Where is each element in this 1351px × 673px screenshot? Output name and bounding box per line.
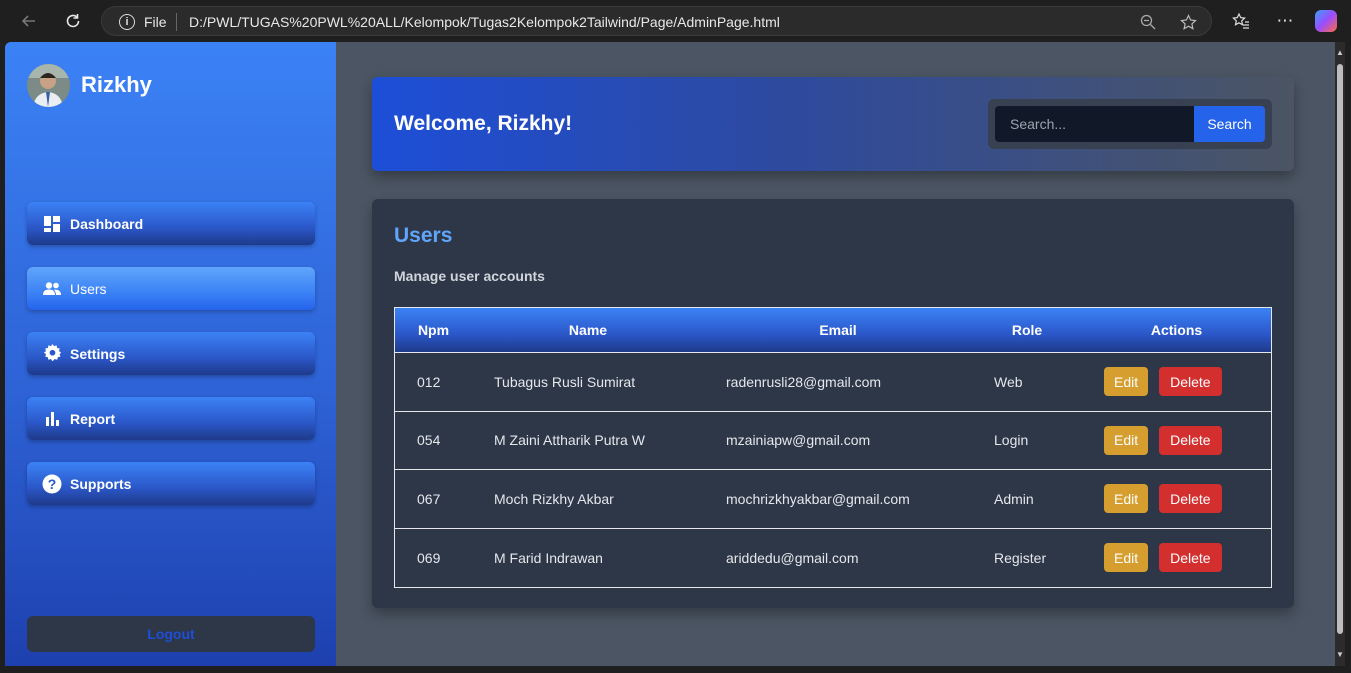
page-title: Welcome, Rizkhy!: [394, 112, 573, 135]
edit-button[interactable]: Edit: [1104, 425, 1149, 455]
delete-button[interactable]: Delete: [1159, 543, 1222, 573]
sidebar-item-label: Dashboard: [70, 215, 144, 232]
cell-name: M Farid Indrawan: [494, 549, 603, 566]
info-icon[interactable]: i: [119, 14, 135, 30]
column-header-email: Email: [819, 322, 857, 338]
scroll-up-icon[interactable]: ▲: [1335, 46, 1345, 58]
edit-button[interactable]: Edit: [1104, 484, 1149, 514]
cell-name: M Zaini Attharik Putra W: [494, 432, 645, 449]
cell-role: Admin: [994, 490, 1034, 507]
column-header-npm: Npm: [417, 322, 450, 338]
delete-button[interactable]: Delete: [1159, 425, 1222, 455]
sidebar-item-label: Users: [70, 280, 107, 297]
users-panel: Users Manage user accounts Npm Name Emai…: [372, 199, 1294, 608]
delete-button[interactable]: Delete: [1159, 484, 1222, 514]
sidebar-item-label: Settings: [70, 345, 126, 362]
table-row: 054 M Zaini Attharik Putra W mzainiapw@g…: [395, 412, 1271, 470]
star-icon[interactable]: [1178, 12, 1198, 32]
cell-npm: 069: [417, 549, 441, 566]
column-header-role: Role: [1011, 322, 1043, 338]
file-label: File: [144, 14, 167, 30]
search-button[interactable]: Search: [1194, 106, 1265, 142]
cell-npm: 067: [417, 490, 441, 507]
url-text[interactable]: D:/PWL/TUGAS%20PWL%20ALL/Kelompok/Tugas2…: [189, 14, 780, 30]
svg-text:?: ?: [48, 476, 57, 492]
cell-role: Register: [994, 549, 1047, 566]
cell-email: mochrizkhyakbar@gmail.com: [726, 490, 910, 507]
delete-button[interactable]: Delete: [1159, 367, 1222, 397]
cell-npm: 054: [417, 432, 441, 449]
cell-role: Login: [994, 432, 1029, 449]
cell-email: mzainiapw@gmail.com: [726, 432, 871, 449]
page-viewport: Rizkhy Dashboard Users Settings Report ?…: [5, 42, 1345, 666]
cell-npm: 012: [417, 373, 441, 390]
cell-name: Moch Rizkhy Akbar: [494, 490, 614, 507]
cell-actions: Edit Delete: [1082, 367, 1271, 397]
edit-button[interactable]: Edit: [1104, 543, 1149, 573]
cell-actions: Edit Delete: [1082, 484, 1271, 514]
column-header-name: Name: [568, 322, 608, 338]
favorites-icon[interactable]: [1228, 8, 1254, 34]
edit-button[interactable]: Edit: [1104, 367, 1149, 397]
sidebar-item-users[interactable]: Users: [27, 267, 315, 310]
cell-actions: Edit Delete: [1082, 425, 1271, 455]
search-input[interactable]: [995, 106, 1195, 142]
sidebar-item-report[interactable]: Report: [27, 397, 315, 440]
bar-chart-icon: [42, 409, 62, 429]
column-header-actions: Actions: [1150, 322, 1203, 338]
sidebar-item-dashboard[interactable]: Dashboard: [27, 202, 315, 245]
brand-name: Rizkhy: [81, 72, 152, 97]
scroll-down-icon[interactable]: ▼: [1335, 648, 1345, 660]
sidebar-item-supports[interactable]: ? Supports: [27, 462, 315, 505]
table-header: Npm Name Email Role Actions: [395, 308, 1271, 353]
cell-name: Tubagus Rusli Sumirat: [494, 373, 636, 390]
scroll-thumb[interactable]: [1337, 64, 1343, 634]
cell-email: radenrusli28@gmail.com: [726, 373, 882, 390]
dashboard-icon: [42, 214, 62, 234]
welcome-header: Welcome, Rizkhy! Search: [372, 77, 1294, 171]
section-subtitle: Manage user accounts: [394, 268, 545, 284]
users-table: Npm Name Email Role Actions 012 Tubagus …: [394, 307, 1272, 588]
table-row: 012 Tubagus Rusli Sumirat radenrusli28@g…: [395, 353, 1271, 412]
sidebar-item-settings[interactable]: Settings: [27, 332, 315, 375]
divider: [176, 13, 177, 31]
logout-button[interactable]: Logout: [27, 616, 315, 652]
avatar: [27, 64, 70, 107]
address-bar[interactable]: i File D:/PWL/TUGAS%20PWL%20ALL/Kelompok…: [101, 6, 1212, 36]
zoom-out-icon[interactable]: [1138, 12, 1158, 32]
question-icon: ?: [42, 474, 62, 494]
table-row: 069 M Farid Indrawan ariddedu@gmail.com …: [395, 529, 1271, 588]
cell-email: ariddedu@gmail.com: [726, 549, 859, 566]
cell-role: Web: [994, 373, 1023, 390]
cell-actions: Edit Delete: [1082, 543, 1271, 573]
users-icon: [42, 279, 62, 299]
sidebar: Rizkhy Dashboard Users Settings Report ?…: [5, 42, 336, 666]
search-bar: Search: [988, 99, 1272, 149]
vertical-scrollbar[interactable]: ▲ ▼: [1335, 42, 1345, 666]
gear-icon: [42, 344, 62, 364]
sidebar-item-label: Supports: [70, 475, 132, 492]
browser-toolbar: i File D:/PWL/TUGAS%20PWL%20ALL/Kelompok…: [0, 0, 1351, 42]
more-icon[interactable]: ⋯: [1272, 8, 1298, 34]
back-icon[interactable]: [16, 8, 42, 34]
table-row: 067 Moch Rizkhy Akbar mochrizkhyakbar@gm…: [395, 470, 1271, 529]
section-title: Users: [394, 224, 453, 247]
refresh-icon[interactable]: [60, 8, 86, 34]
sidebar-item-label: Report: [70, 410, 116, 427]
copilot-icon[interactable]: [1315, 10, 1337, 32]
